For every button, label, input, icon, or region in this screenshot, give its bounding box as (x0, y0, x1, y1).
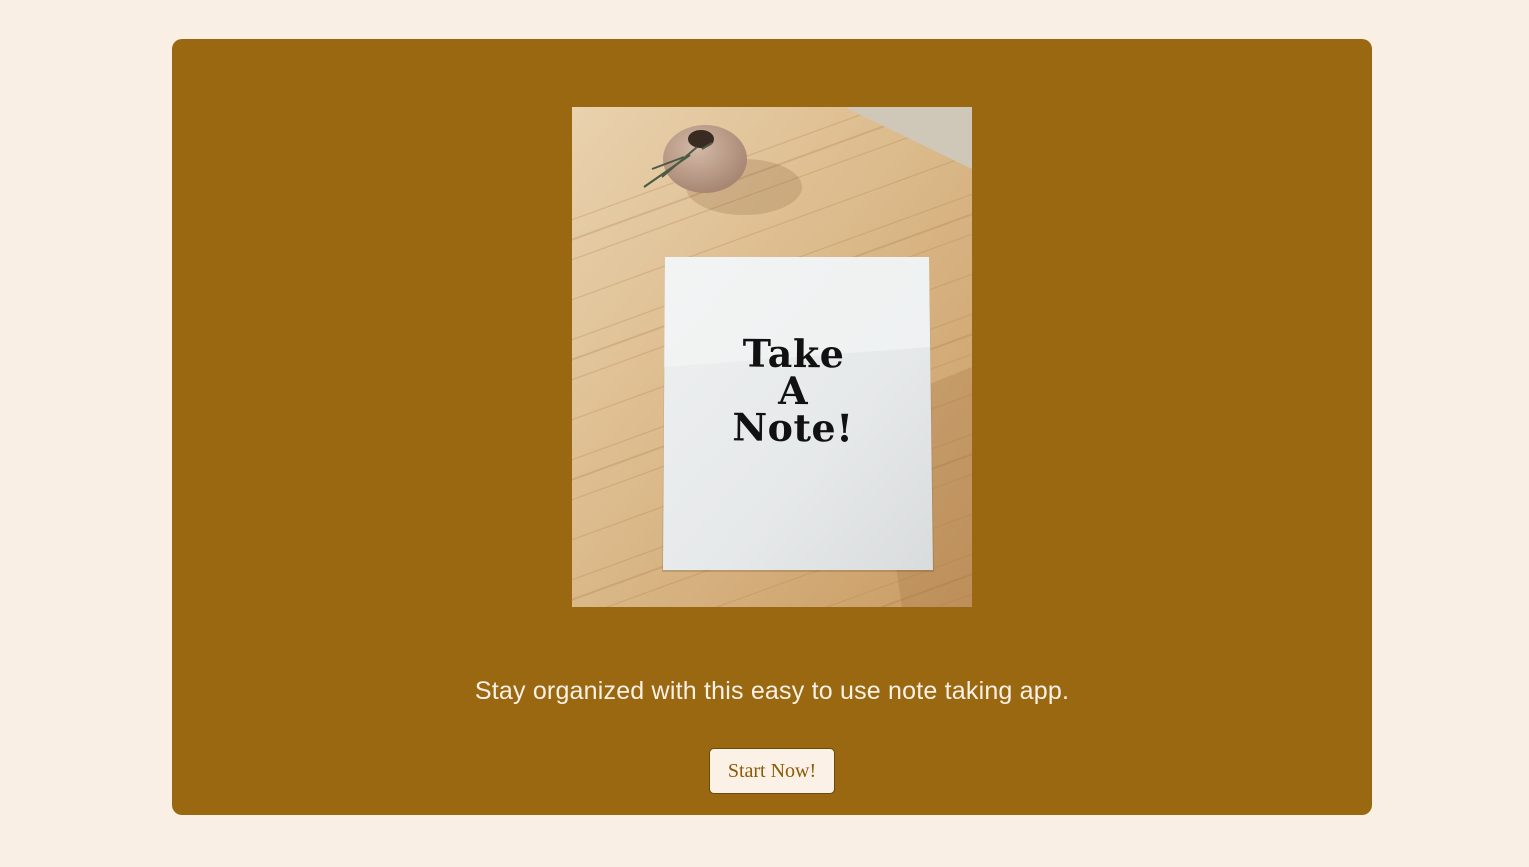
paper-note: Take A Note! (662, 256, 935, 572)
tagline: Stay organized with this easy to use not… (474, 677, 1070, 705)
hero-card: Take A Note! Stay organized with this ea… (172, 39, 1372, 815)
hero-photo: Take A Note! (572, 107, 972, 607)
paper-heading: Take A Note! (663, 331, 924, 451)
start-now-button[interactable]: Start Now! (709, 748, 835, 794)
paper-line-3: Note! (732, 404, 854, 451)
